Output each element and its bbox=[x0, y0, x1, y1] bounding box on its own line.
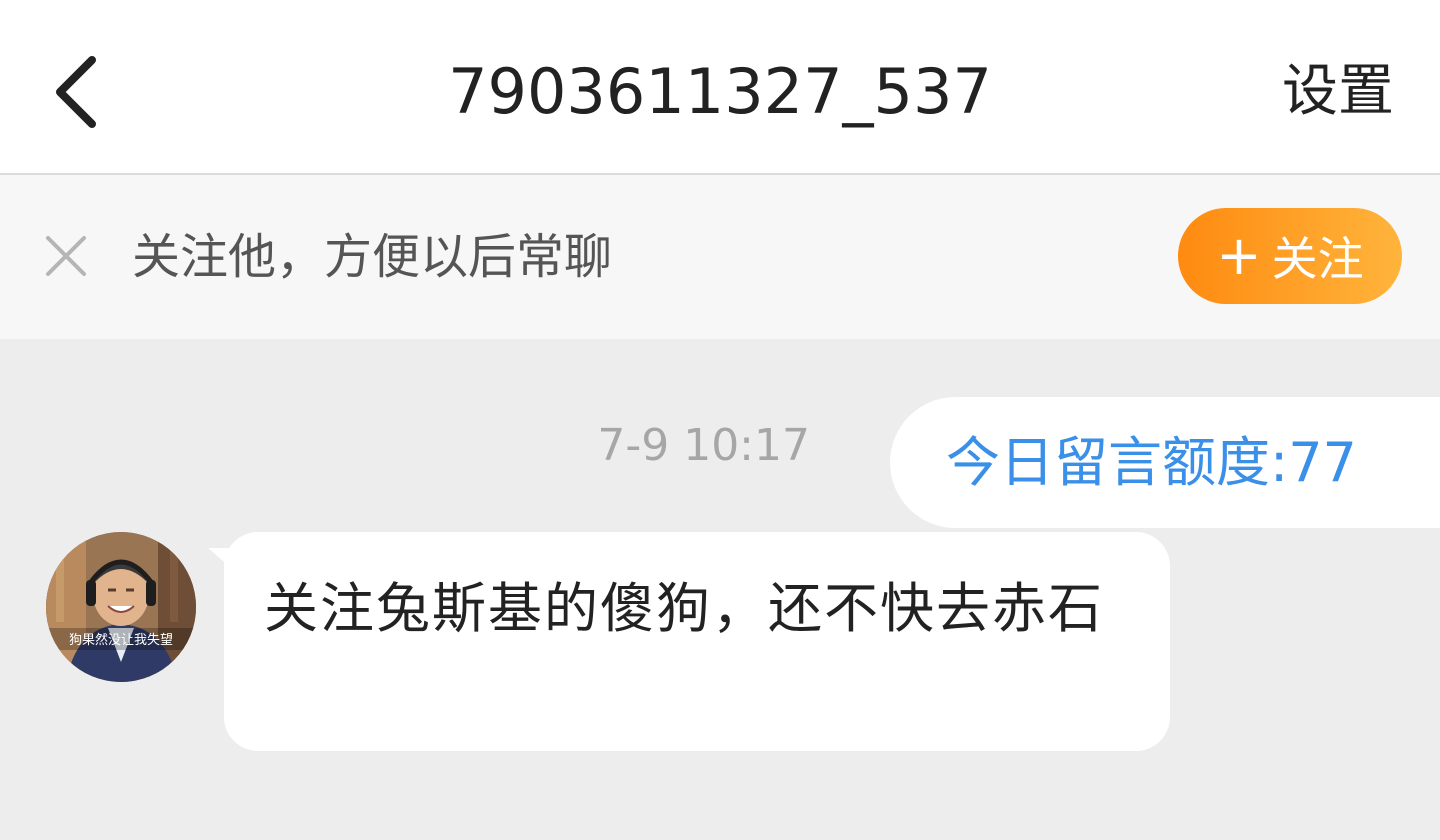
chevron-left-icon bbox=[56, 56, 96, 128]
message-quota-text: 今日留言额度:77 bbox=[946, 431, 1357, 494]
avatar-caption: 狗果然没让我失望 bbox=[69, 632, 173, 648]
follow-prompt-text: 关注他，方便以后常聊 bbox=[132, 229, 613, 285]
top-nav-bar: 7903611327_537 设置 bbox=[0, 0, 1440, 175]
incoming-message-text: 关注兔斯基的傻狗，还不快去赤石 bbox=[264, 577, 1104, 640]
avatar[interactable]: 狗果然没让我失望 bbox=[46, 532, 196, 682]
close-icon bbox=[46, 236, 86, 276]
page-title: 7903611327_537 bbox=[448, 55, 992, 128]
follow-button[interactable]: + 关注 bbox=[1178, 208, 1402, 304]
back-button[interactable] bbox=[40, 52, 110, 132]
follow-button-label: 关注 bbox=[1271, 232, 1364, 286]
avatar-image: 狗果然没让我失望 bbox=[46, 532, 196, 682]
plus-icon: + bbox=[1216, 224, 1262, 287]
settings-button[interactable]: 设置 bbox=[1282, 52, 1394, 132]
message-timestamp: 7-9 10:17 bbox=[597, 420, 810, 471]
close-banner-button[interactable] bbox=[40, 230, 92, 282]
